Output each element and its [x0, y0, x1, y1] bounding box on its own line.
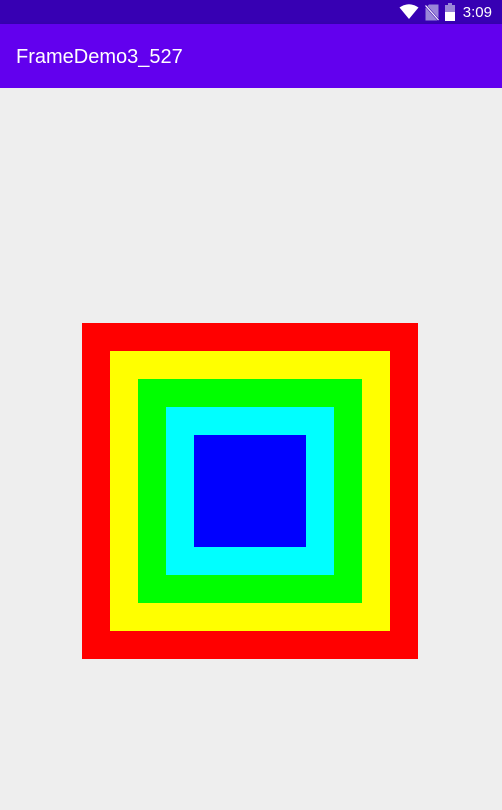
app-bar: FrameDemo3_527	[0, 24, 502, 88]
status-icons: 3:09	[399, 0, 492, 24]
status-bar: 3:09	[0, 0, 502, 24]
status-time: 3:09	[462, 3, 492, 21]
battery-icon	[444, 3, 455, 21]
app-title: FrameDemo3_527	[16, 46, 183, 68]
frame-blue	[194, 435, 306, 547]
content-area	[0, 88, 502, 810]
no-sim-icon	[424, 4, 439, 21]
wifi-icon	[399, 4, 419, 20]
